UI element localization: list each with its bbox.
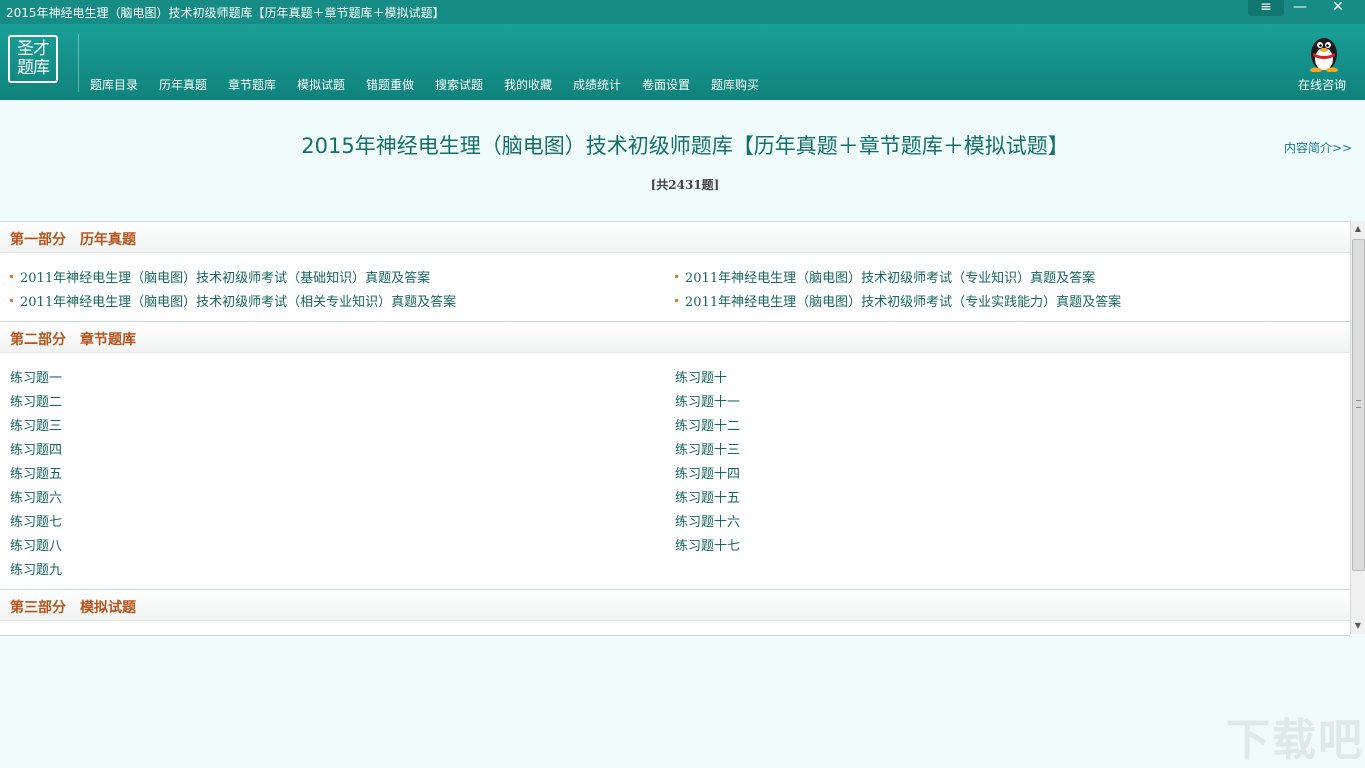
exercise-link[interactable]: 练习题二 bbox=[10, 391, 62, 410]
exercise-link[interactable]: 练习题十七 bbox=[675, 535, 740, 554]
window-titlebar: 2015年神经电生理（脑电图）技术初级师题库【历年真题＋章节题库＋模拟试题】 ≡… bbox=[0, 0, 1365, 24]
exercise-link[interactable]: 练习题十一 bbox=[675, 391, 740, 410]
bullet-icon bbox=[10, 275, 13, 278]
scroll-grip-icon bbox=[1356, 400, 1361, 408]
question-count: [共2431题] bbox=[650, 178, 720, 192]
section-header-past-exams: 第一部分 历年真题 bbox=[0, 222, 1350, 253]
bullet-icon bbox=[675, 299, 678, 302]
close-button[interactable]: ✕ bbox=[1320, 0, 1356, 16]
online-consult-link[interactable]: 在线咨询 bbox=[1298, 76, 1346, 93]
nav-item-search[interactable]: 搜索试题 bbox=[435, 76, 483, 93]
app-logo: 圣才 题库 bbox=[8, 35, 58, 83]
exercise-link[interactable]: 练习题十五 bbox=[675, 487, 740, 506]
nav-item-catalog[interactable]: 题库目录 bbox=[90, 76, 138, 93]
exercise-link[interactable]: 练习题十六 bbox=[675, 511, 740, 530]
section-header-mock-tests: 第三部分 模拟试题 bbox=[0, 590, 1350, 621]
scroll-down-arrow-icon[interactable]: ▼ bbox=[1351, 618, 1365, 634]
nav-item-past-exams[interactable]: 历年真题 bbox=[159, 76, 207, 93]
exercise-link[interactable]: 练习题六 bbox=[10, 487, 62, 506]
header-divider bbox=[78, 34, 79, 92]
bullet-icon bbox=[10, 299, 13, 302]
exercise-link[interactable]: 练习题十四 bbox=[675, 463, 740, 482]
intro-link[interactable]: 内容简介>> bbox=[1284, 139, 1352, 156]
exercise-link[interactable]: 练习题七 bbox=[10, 511, 62, 530]
minimize-button[interactable]: — bbox=[1282, 0, 1318, 16]
nav-item-mock-tests[interactable]: 模拟试题 bbox=[297, 76, 345, 93]
nav-item-chapters[interactable]: 章节题库 bbox=[228, 76, 276, 93]
nav-item-favorites[interactable]: 我的收藏 bbox=[504, 76, 552, 93]
section-label: 第一部分 历年真题 bbox=[10, 232, 136, 248]
past-exam-link[interactable]: 2011年神经电生理（脑电图）技术初级师考试（专业知识）真题及答案 bbox=[685, 267, 1095, 286]
logo-line1: 圣才 bbox=[17, 39, 50, 59]
qq-penguin-icon[interactable] bbox=[1306, 32, 1342, 72]
section-label: 第三部分 模拟试题 bbox=[10, 600, 136, 616]
exercise-link[interactable]: 练习题十 bbox=[675, 367, 727, 386]
window-title: 2015年神经电生理（脑电图）技术初级师题库【历年真题＋章节题库＋模拟试题】 bbox=[6, 6, 445, 20]
content-panel: 第一部分 历年真题 2011年神经电生理（脑电图）技术初级师考试（基础知识）真题… bbox=[0, 221, 1350, 636]
exercise-link[interactable]: 练习题十二 bbox=[675, 415, 740, 434]
menu-button[interactable]: ≡ bbox=[1248, 0, 1284, 16]
bullet-icon bbox=[675, 275, 678, 278]
nav-item-purchase[interactable]: 题库购买 bbox=[711, 76, 759, 93]
logo-line2: 题库 bbox=[17, 58, 50, 78]
exercise-link[interactable]: 练习题三 bbox=[10, 415, 62, 434]
exercise-link[interactable]: 练习题十三 bbox=[675, 439, 740, 458]
watermark-logo: 下载吧 bbox=[1226, 715, 1364, 766]
exercise-link[interactable]: 练习题八 bbox=[10, 535, 62, 554]
app-header: 圣才 题库 题库目录 历年真题 章节题库 模拟试题 错题重做 搜索试题 我的收藏… bbox=[0, 24, 1365, 100]
section-header-chapters: 第二部分 章节题库 bbox=[0, 322, 1350, 353]
past-exam-link[interactable]: 2011年神经电生理（脑电图）技术初级师考试（专业实践能力）真题及答案 bbox=[685, 291, 1121, 310]
past-exam-link[interactable]: 2011年神经电生理（脑电图）技术初级师考试（相关专业知识）真题及答案 bbox=[20, 291, 456, 310]
section-label: 第二部分 章节题库 bbox=[10, 332, 136, 348]
scroll-up-arrow-icon[interactable]: ▲ bbox=[1351, 221, 1365, 237]
nav-item-statistics[interactable]: 成绩统计 bbox=[573, 76, 621, 93]
page-title-text: 2015年神经电生理（脑电图）技术初级师题库【历年真题＋章节题库＋模拟试题】 bbox=[301, 134, 1069, 158]
exercise-link[interactable]: 练习题一 bbox=[10, 367, 62, 386]
page-title: 2015年神经电生理（脑电图）技术初级师题库【历年真题＋章节题库＋模拟试题】 [… bbox=[300, 128, 1070, 203]
nav-item-settings[interactable]: 卷面设置 bbox=[642, 76, 690, 93]
exercise-link[interactable]: 练习题四 bbox=[10, 439, 62, 458]
scroll-thumb[interactable] bbox=[1352, 239, 1365, 571]
vertical-scrollbar[interactable]: ▲ ▼ bbox=[1350, 221, 1365, 634]
exercise-link[interactable]: 练习题五 bbox=[10, 463, 62, 482]
exercise-link[interactable]: 练习题九 bbox=[10, 559, 62, 578]
past-exam-link[interactable]: 2011年神经电生理（脑电图）技术初级师考试（基础知识）真题及答案 bbox=[20, 267, 430, 286]
nav-item-redo-errors[interactable]: 错题重做 bbox=[366, 76, 414, 93]
